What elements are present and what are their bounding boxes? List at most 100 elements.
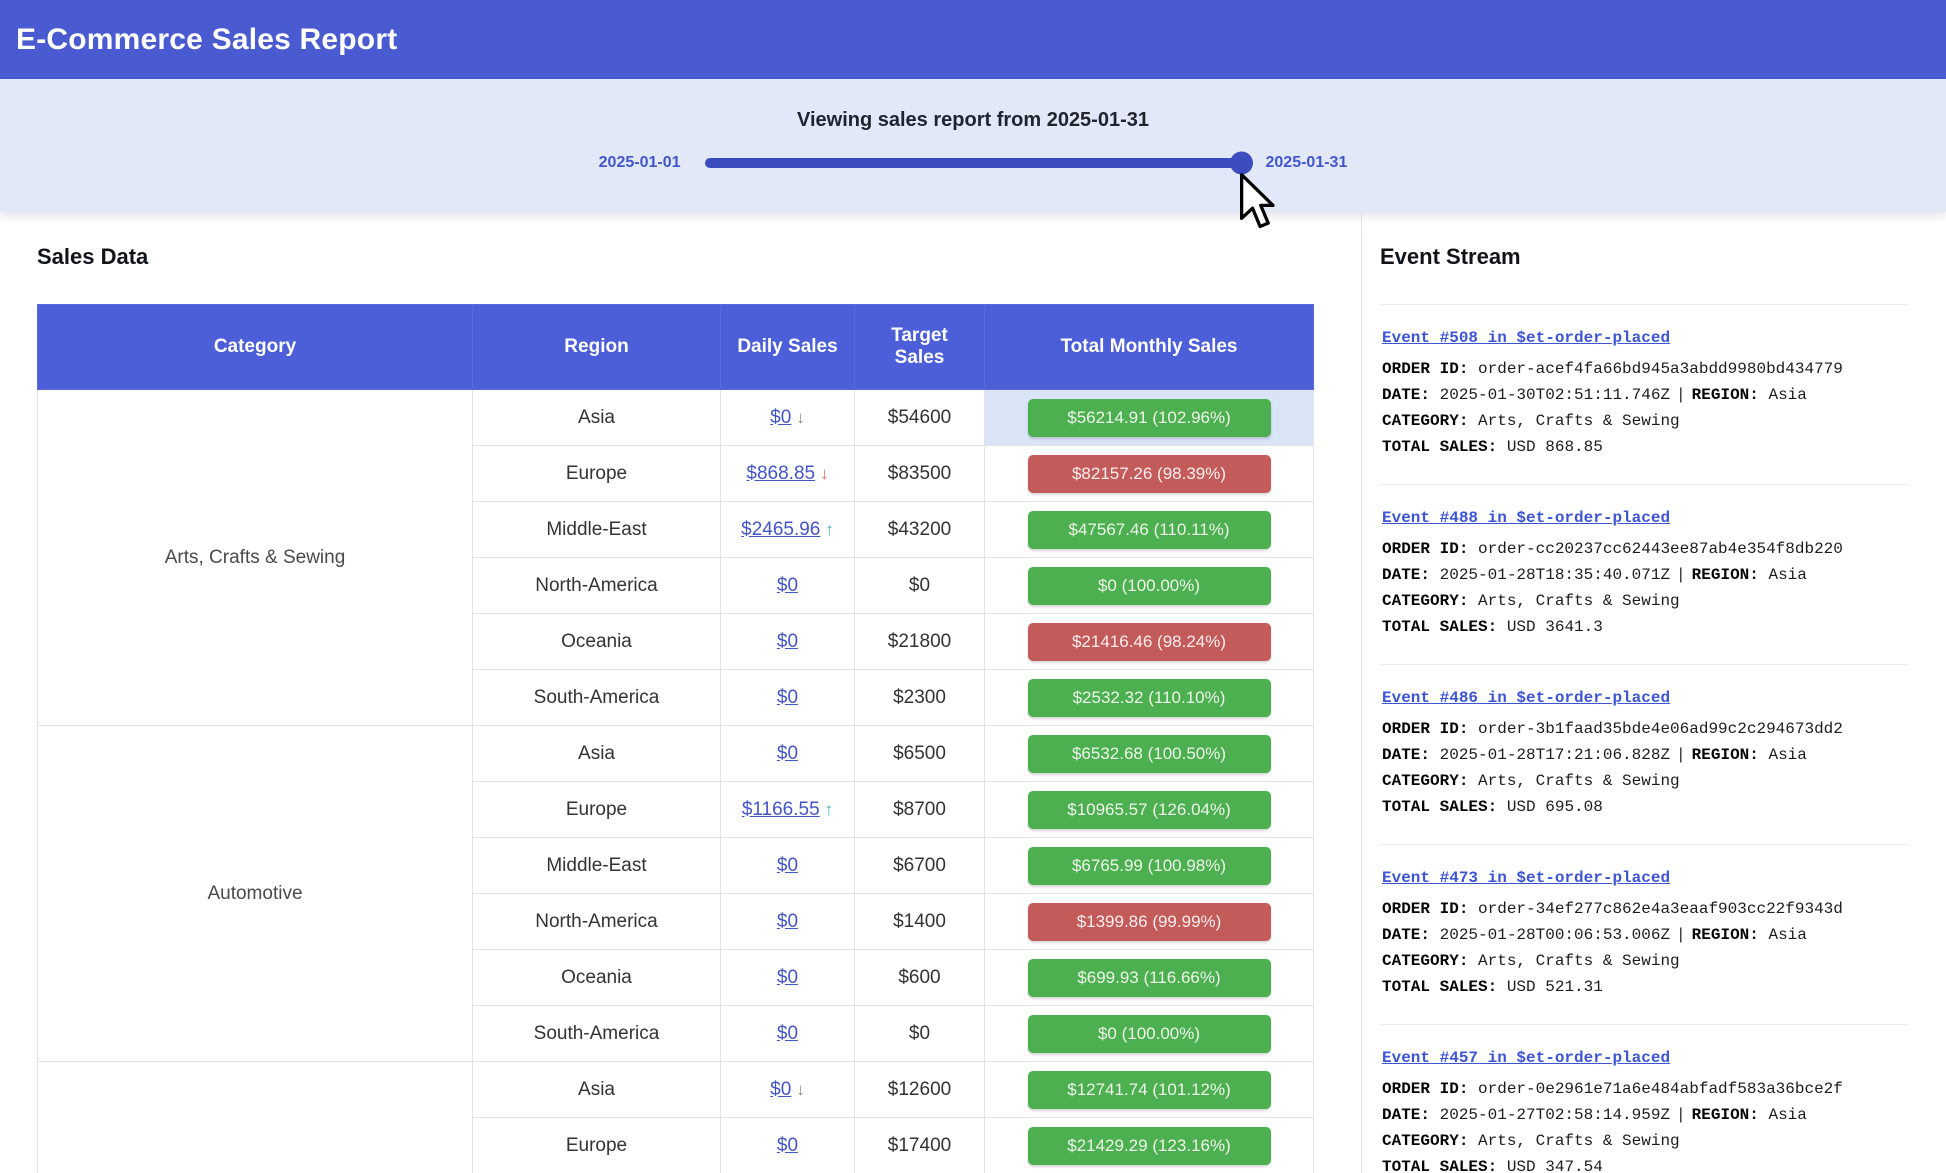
target-sales-cell: $54600 <box>855 390 985 446</box>
event-line: ORDER ID: order-acef4fa66bd945a3abdd9980… <box>1382 356 1907 382</box>
daily-sales-link[interactable]: $0 <box>777 967 798 988</box>
total-sales-cell: $0 (100.00%) <box>985 1006 1314 1062</box>
event-field-label: CATEGORY: <box>1382 952 1478 970</box>
region-cell: Asia <box>473 726 721 782</box>
event-item: Event #486 in $et-order-placed ORDER ID: … <box>1380 664 1909 844</box>
daily-sales-link[interactable]: $0 <box>777 631 798 652</box>
daily-sales-link[interactable]: $868.85 <box>746 463 815 484</box>
event-line: CATEGORY: Arts, Crafts & Sewing <box>1382 948 1907 974</box>
event-field-label: REGION: <box>1692 386 1769 404</box>
daily-sales-link[interactable]: $1166.55 <box>742 799 820 820</box>
event-field-separator: | <box>1670 386 1692 404</box>
daily-sales-link[interactable]: $0 <box>777 743 798 764</box>
event-field-label: REGION: <box>1692 926 1769 944</box>
sales-table-header: Category Region Daily Sales Target Sales… <box>38 305 1314 390</box>
total-sales-badge: $21429.29 (123.16%) <box>1028 1127 1271 1165</box>
event-line: CATEGORY: Arts, Crafts & Sewing <box>1382 408 1907 434</box>
target-sales-cell: $8700 <box>855 782 985 838</box>
table-row: AutomotiveAsia$0$6500$6532.68 (100.50%) <box>38 726 1314 782</box>
daily-sales-link[interactable]: $0 <box>777 1135 798 1156</box>
app-header: E-Commerce Sales Report <box>0 0 1946 79</box>
event-link[interactable]: Event #508 in $et-order-placed <box>1382 325 1670 351</box>
region-cell: Middle-East <box>473 502 721 558</box>
slider-min-label: 2025-01-01 <box>599 154 681 172</box>
event-field-value: Arts, Crafts & Sewing <box>1478 952 1680 970</box>
total-sales-badge: $21416.46 (98.24%) <box>1028 623 1271 661</box>
event-field-value: 2025-01-28T00:06:53.006Z <box>1440 926 1670 944</box>
event-line: TOTAL SALES: USD 3641.3 <box>1382 614 1907 640</box>
event-field-value: Asia <box>1768 386 1806 404</box>
target-sales-cell: $600 <box>855 950 985 1006</box>
event-field-value: order-34ef277c862e4a3eaaf903cc22f9343d <box>1478 900 1843 918</box>
event-field-separator: | <box>1670 1106 1692 1124</box>
event-field-value: 2025-01-27T02:58:14.959Z <box>1440 1106 1670 1124</box>
date-slider[interactable] <box>705 158 1242 168</box>
slider-handle[interactable] <box>1230 152 1253 175</box>
event-field-label: TOTAL SALES: <box>1382 438 1507 456</box>
event-field-value: USD 347.54 <box>1507 1158 1603 1173</box>
total-sales-cell: $56214.91 (102.96%) <box>985 390 1314 446</box>
event-field-label: ORDER ID: <box>1382 360 1478 378</box>
daily-sales-cell: $0↓ <box>721 390 855 446</box>
event-field-value: 2025-01-28T18:35:40.071Z <box>1440 566 1670 584</box>
region-cell: Europe <box>473 1118 721 1173</box>
event-line: ORDER ID: order-3b1faad35bde4e06ad99c2c2… <box>1382 716 1907 742</box>
daily-sales-link[interactable]: $0 <box>777 687 798 708</box>
daily-sales-link[interactable]: $0 <box>777 1023 798 1044</box>
target-sales-cell: $0 <box>855 558 985 614</box>
sales-table: Category Region Daily Sales Target Sales… <box>37 304 1314 1173</box>
trend-up-icon: ↑ <box>825 520 834 539</box>
daily-sales-cell: $0↓ <box>721 1062 855 1118</box>
event-item: Event #457 in $et-order-placedORDER ID: … <box>1380 1024 1909 1173</box>
total-sales-badge: $47567.46 (110.11%) <box>1028 511 1271 549</box>
region-cell: North-America <box>473 894 721 950</box>
region-cell: Middle-East <box>473 838 721 894</box>
region-cell: Europe <box>473 782 721 838</box>
event-field-label: ORDER ID: <box>1382 720 1478 738</box>
region-cell: Oceania <box>473 950 721 1006</box>
total-sales-cell: $1399.86 (99.99%) <box>985 894 1314 950</box>
total-sales-cell: $21416.46 (98.24%) <box>985 614 1314 670</box>
category-cell: Automotive <box>38 726 473 1062</box>
region-cell: Oceania <box>473 614 721 670</box>
daily-sales-link[interactable]: $0 <box>770 1079 791 1100</box>
event-link[interactable]: Event #473 in $et-order-placed <box>1382 865 1670 891</box>
event-field-value: Arts, Crafts & Sewing <box>1478 412 1680 430</box>
total-sales-cell: $82157.26 (98.39%) <box>985 446 1314 502</box>
category-cell <box>38 1062 473 1173</box>
daily-sales-cell: $0 <box>721 1006 855 1062</box>
event-link[interactable]: Event #488 in $et-order-placed <box>1382 505 1670 531</box>
event-field-value: Asia <box>1768 1106 1806 1124</box>
event-link[interactable]: Event #486 in $et-order-placed <box>1382 685 1670 711</box>
daily-sales-link[interactable]: $2465.96 <box>741 519 820 540</box>
event-field-value: 2025-01-28T17:21:06.828Z <box>1440 746 1670 764</box>
event-link[interactable]: Event #457 in $et-order-placed <box>1382 1045 1670 1071</box>
event-line: DATE: 2025-01-27T02:58:14.959Z|REGION: A… <box>1382 1102 1907 1128</box>
event-line: TOTAL SALES: USD 868.85 <box>1382 434 1907 460</box>
total-sales-cell: $6532.68 (100.50%) <box>985 726 1314 782</box>
table-row: Asia$0↓$12600$12741.74 (101.12%) <box>38 1062 1314 1118</box>
daily-sales-cell: $0 <box>721 558 855 614</box>
event-field-label: TOTAL SALES: <box>1382 798 1507 816</box>
daily-sales-cell: $1166.55↑ <box>721 782 855 838</box>
sales-data-heading: Sales Data <box>37 244 1313 270</box>
event-line: DATE: 2025-01-28T00:06:53.006Z|REGION: A… <box>1382 922 1907 948</box>
daily-sales-link[interactable]: $0 <box>777 575 798 596</box>
event-field-value: USD 521.31 <box>1507 978 1603 996</box>
total-sales-badge: $699.93 (116.66%) <box>1028 959 1271 997</box>
sales-table-body: Arts, Crafts & SewingAsia$0↓$54600$56214… <box>38 390 1314 1173</box>
column-header-region: Region <box>473 305 721 390</box>
daily-sales-link[interactable]: $0 <box>777 855 798 876</box>
total-sales-badge: $56214.91 (102.96%) <box>1028 399 1271 437</box>
event-field-value: order-cc20237cc62443ee87ab4e354f8db220 <box>1478 540 1843 558</box>
event-field-value: Asia <box>1768 746 1806 764</box>
event-field-value: USD 3641.3 <box>1507 618 1603 636</box>
target-sales-cell: $17400 <box>855 1118 985 1173</box>
total-sales-badge: $1399.86 (99.99%) <box>1028 903 1271 941</box>
daily-sales-link[interactable]: $0 <box>777 911 798 932</box>
daily-sales-cell: $0 <box>721 726 855 782</box>
event-line: ORDER ID: order-34ef277c862e4a3eaaf903cc… <box>1382 896 1907 922</box>
total-sales-badge: $2532.32 (110.10%) <box>1028 679 1271 717</box>
daily-sales-link[interactable]: $0 <box>770 407 791 428</box>
event-field-label: CATEGORY: <box>1382 772 1478 790</box>
